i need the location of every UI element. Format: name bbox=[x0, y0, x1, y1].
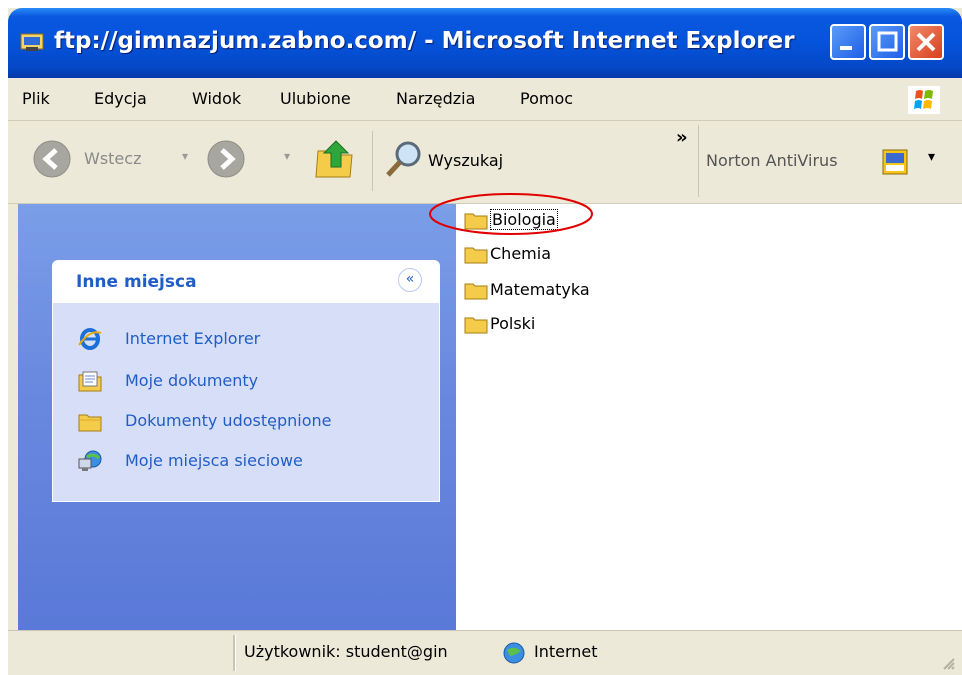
other-places-panel: Internet Explorer Moje dokumenty Dokumen… bbox=[52, 302, 440, 502]
folder-name: Matematyka bbox=[490, 280, 590, 299]
close-button[interactable] bbox=[908, 24, 944, 60]
search-button[interactable]: Wyszukaj bbox=[384, 139, 564, 183]
menu-edycja[interactable]: Edycja bbox=[94, 89, 147, 108]
folder-icon bbox=[464, 283, 488, 300]
norton-antivirus-button[interactable]: Norton AntiVirus ▾ bbox=[706, 147, 956, 183]
other-places-title: Inne miejsca bbox=[76, 272, 197, 292]
internet-zone-icon bbox=[503, 642, 525, 664]
file-list: Biologia Chemia Matematyka Polski bbox=[456, 204, 962, 630]
menu-plik[interactable]: Plik bbox=[22, 89, 50, 108]
status-bar: Użytkownik: student@gin Internet bbox=[8, 630, 962, 675]
toolbar-separator bbox=[698, 125, 699, 197]
forward-arrow-icon bbox=[207, 140, 245, 178]
network-places-icon bbox=[78, 450, 102, 471]
forward-button[interactable]: ▾ bbox=[206, 139, 302, 183]
norton-label: Norton AntiVirus bbox=[706, 151, 838, 170]
place-label: Moje dokumenty bbox=[125, 371, 259, 390]
other-places-header[interactable]: Inne miejsca « bbox=[52, 260, 440, 302]
status-user: Użytkownik: student@gin bbox=[244, 642, 448, 661]
menu-bar: Plik Edycja Widok Ulubione Narzędzia Pom… bbox=[8, 78, 962, 121]
title-bar[interactable]: ftp://gimnazjum.zabno.com/ - Microsoft I… bbox=[8, 8, 962, 78]
minimize-icon bbox=[840, 46, 852, 50]
back-dropdown-icon: ▾ bbox=[182, 149, 189, 163]
shared-folder-icon bbox=[78, 414, 102, 432]
window-title: ftp://gimnazjum.zabno.com/ - Microsoft I… bbox=[54, 28, 795, 54]
ie-window: ftp://gimnazjum.zabno.com/ - Microsoft I… bbox=[8, 8, 962, 675]
norton-dropdown-icon: ▾ bbox=[928, 149, 936, 165]
toolbar-overflow-chevron[interactable]: » bbox=[676, 127, 688, 148]
minimize-button[interactable] bbox=[830, 24, 866, 60]
folder-name: Chemia bbox=[490, 244, 551, 263]
toolbar-separator bbox=[372, 131, 373, 191]
task-pane: Inne miejsca « Internet Explorer Moje do… bbox=[18, 204, 456, 630]
place-label: Dokumenty udostępnione bbox=[125, 411, 332, 430]
ie-icon bbox=[78, 328, 102, 350]
forward-dropdown-icon: ▾ bbox=[284, 149, 291, 163]
search-label: Wyszukaj bbox=[428, 151, 504, 170]
up-folder-icon[interactable] bbox=[314, 137, 358, 181]
folder-icon bbox=[464, 317, 488, 334]
status-separator bbox=[233, 635, 236, 671]
maximize-icon bbox=[877, 31, 898, 52]
folder-icon bbox=[464, 247, 488, 264]
windows-logo-icon bbox=[908, 86, 940, 114]
menu-narzedzia[interactable]: Narzędzia bbox=[396, 89, 475, 108]
status-zone: Internet bbox=[534, 642, 598, 661]
menu-widok[interactable]: Widok bbox=[192, 89, 241, 108]
folder-icon bbox=[464, 213, 488, 230]
menu-pomoc[interactable]: Pomoc bbox=[520, 89, 573, 108]
maximize-button[interactable] bbox=[869, 24, 905, 60]
back-label: Wstecz bbox=[84, 149, 142, 168]
search-icon bbox=[386, 141, 421, 177]
folder-name: Polski bbox=[490, 314, 536, 333]
norton-icon bbox=[882, 149, 908, 175]
my-documents-icon bbox=[78, 371, 102, 392]
collapse-chevron-icon[interactable]: « bbox=[398, 268, 422, 292]
place-label: Moje miejsca sieciowe bbox=[125, 451, 303, 470]
menu-ulubione[interactable]: Ulubione bbox=[280, 89, 351, 108]
resize-grip-icon[interactable] bbox=[942, 657, 956, 671]
back-button[interactable]: Wstecz ▾ bbox=[32, 139, 192, 183]
ftp-folder-icon bbox=[20, 33, 44, 51]
toolbar: Wstecz ▾ ▾ Wyszukaj » Norton AntiVirus ▾ bbox=[8, 121, 962, 204]
back-arrow-icon bbox=[33, 140, 71, 178]
folder-name: Biologia bbox=[490, 209, 558, 230]
close-icon bbox=[916, 32, 936, 52]
place-label: Internet Explorer bbox=[125, 329, 261, 348]
